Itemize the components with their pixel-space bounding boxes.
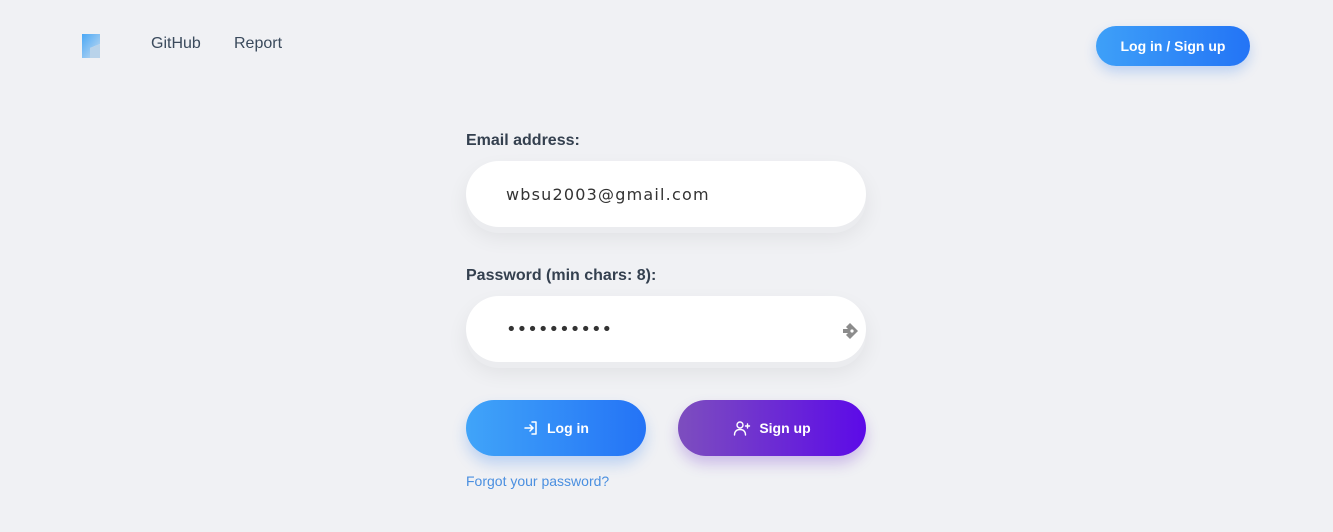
sign-in-icon [524,421,537,435]
login-button-label: Log in [547,420,589,436]
email-label: Email address: [466,132,580,149]
password-field[interactable] [506,296,826,362]
signup-button[interactable]: Sign up [678,400,866,456]
site-header: GitHub Report Log in / Sign up [0,0,1333,92]
nav-link-report[interactable]: Report [234,35,282,53]
app-logo-icon[interactable] [82,34,100,58]
email-field-wrapper [466,161,866,227]
signup-button-label: Sign up [759,420,811,436]
password-field-wrapper [466,296,866,362]
login-signup-button[interactable]: Log in / Sign up [1096,26,1250,66]
password-manager-key-icon[interactable] [840,322,860,340]
login-button[interactable]: Log in [466,400,646,456]
nav-link-github[interactable]: GitHub [151,35,201,53]
user-plus-icon [734,421,751,436]
email-field[interactable] [506,161,826,227]
forgot-password-link[interactable]: Forgot your password? [466,473,609,489]
password-label: Password (min chars: 8): [466,267,657,284]
